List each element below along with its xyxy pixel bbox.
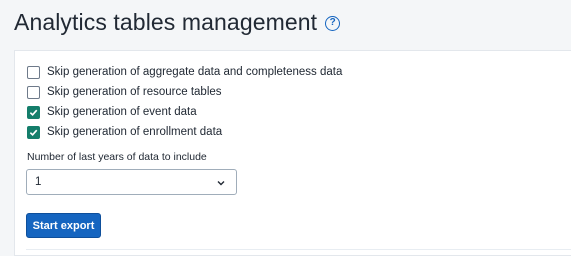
option-skip-enrollment-data[interactable]: Skip generation of enrollment data [27, 122, 342, 142]
page-header: Analytics tables management ? [14, 9, 341, 36]
page-title: Analytics tables management [14, 9, 318, 35]
checkmark-icon [29, 109, 38, 116]
checkbox[interactable] [27, 105, 40, 119]
years-field-label: Number of last years of data to include [27, 151, 207, 163]
option-label: Skip generation of resource tables [47, 86, 222, 98]
years-select[interactable]: 1 [26, 169, 237, 195]
option-label: Skip generation of enrollment data [47, 126, 223, 138]
divider [26, 249, 571, 250]
years-select-value: 1 [35, 176, 42, 188]
chevron-down-icon [217, 181, 225, 186]
start-export-button[interactable]: Start export [26, 213, 101, 238]
option-label: Skip generation of aggregate data and co… [47, 66, 343, 78]
option-skip-resource-tables[interactable]: Skip generation of resource tables [27, 82, 342, 102]
help-circle-icon[interactable]: ? [325, 16, 341, 31]
checkbox[interactable] [27, 125, 40, 139]
option-skip-event-data[interactable]: Skip generation of event data [27, 102, 342, 122]
settings-card: Skip generation of aggregate data and co… [14, 50, 571, 256]
option-skip-aggregate[interactable]: Skip generation of aggregate data and co… [27, 62, 342, 82]
option-label: Skip generation of event data [47, 106, 197, 118]
checkbox[interactable] [27, 65, 40, 79]
skip-options-list: Skip generation of aggregate data and co… [27, 62, 342, 142]
checkbox[interactable] [27, 85, 40, 99]
checkmark-icon [29, 129, 38, 136]
